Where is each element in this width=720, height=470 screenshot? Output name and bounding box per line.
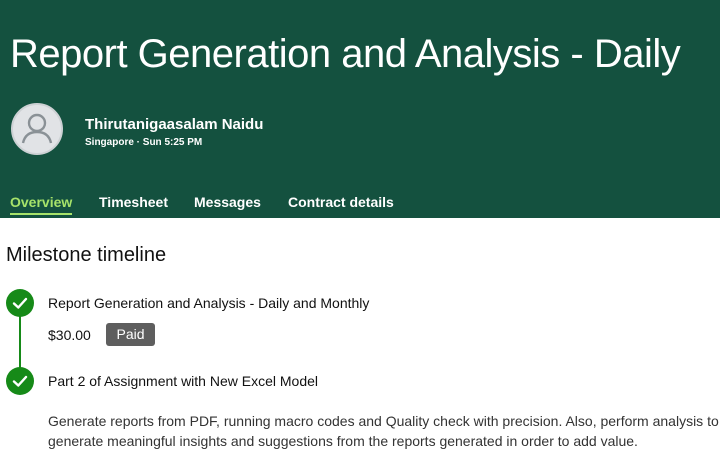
freelancer-name[interactable]: Thirutanigaasalam Naidu xyxy=(85,116,263,133)
tab-contract-details[interactable]: Contract details xyxy=(288,194,394,218)
milestone-1-status-badge: Paid xyxy=(106,323,155,346)
tab-timesheet[interactable]: Timesheet xyxy=(99,194,168,218)
tab-overview[interactable]: Overview xyxy=(10,194,73,218)
page-title: Report Generation and Analysis - Daily xyxy=(10,32,681,76)
milestone-1-title: Report Generation and Analysis - Daily a… xyxy=(48,295,370,311)
milestone-2-check-icon xyxy=(6,367,34,395)
contract-header: Report Generation and Analysis - Daily T… xyxy=(0,0,720,218)
milestone-1-amount: $30.00 xyxy=(48,327,91,343)
freelancer-location-time: Singapore · Sun 5:25 PM xyxy=(85,137,203,148)
user-icon xyxy=(21,113,53,144)
milestone-2-description: Generate reports from PDF, running macro… xyxy=(48,413,719,449)
tab-messages[interactable]: Messages xyxy=(194,194,261,218)
milestone-1-check-icon xyxy=(6,289,34,317)
milestone-timeline-heading: Milestone timeline xyxy=(6,244,167,266)
milestone-2-title: Part 2 of Assignment with New Excel Mode… xyxy=(48,373,319,389)
avatar[interactable] xyxy=(11,103,63,155)
